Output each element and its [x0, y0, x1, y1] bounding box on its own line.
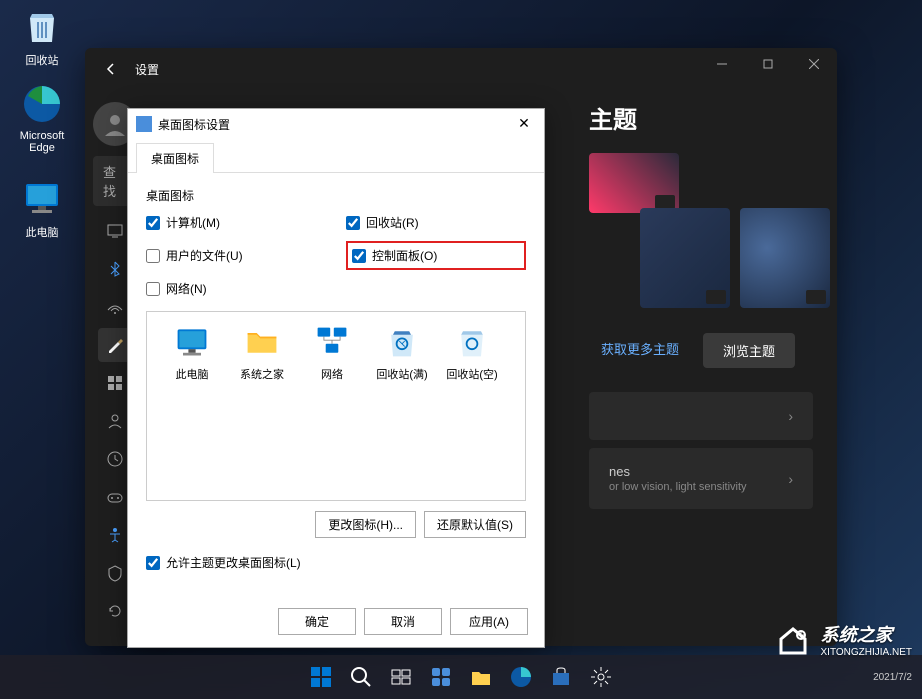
dialog-tab[interactable]: 桌面图标	[136, 143, 214, 173]
theme-thumbnail[interactable]	[740, 208, 830, 308]
widgets-button[interactable]	[423, 659, 459, 695]
edge-icon	[20, 82, 64, 126]
desktop-icon-label: 此电脑	[10, 224, 74, 240]
taskbar: 2021/7/2	[0, 655, 922, 699]
cancel-button[interactable]: 取消	[364, 608, 442, 635]
chevron-right-icon: ›	[788, 471, 793, 487]
store-button[interactable]	[543, 659, 579, 695]
page-title: 主题	[589, 100, 813, 135]
dialog-close-button[interactable]: ✕	[512, 113, 536, 133]
recycle-bin-icon	[20, 4, 64, 48]
checkbox-label: 用户的文件(U)	[166, 247, 243, 264]
checkbox-network[interactable]: 网络(N)	[146, 280, 326, 297]
settings-row[interactable]: ›	[589, 392, 813, 440]
theme-thumbnail[interactable]	[589, 153, 679, 213]
explorer-button[interactable]	[463, 659, 499, 695]
checkbox-label: 允许主题更改桌面图标(L)	[166, 554, 301, 571]
dialog-titlebar: 桌面图标设置 ✕	[128, 109, 544, 139]
highlighted-checkbox: 控制面板(O)	[346, 241, 526, 270]
allow-theme-checkbox[interactable]: 允许主题更改桌面图标(L)	[146, 554, 526, 571]
dialog-title-text: 桌面图标设置	[158, 116, 230, 133]
restore-default-button[interactable]: 还原默认值(S)	[424, 511, 526, 538]
settings-button[interactable]	[583, 659, 619, 695]
checkbox-controlpanel[interactable]: 控制面板(O)	[352, 247, 437, 264]
ok-button[interactable]: 确定	[278, 608, 356, 635]
monitor-icon	[172, 322, 212, 362]
taskview-button[interactable]	[383, 659, 419, 695]
apply-button[interactable]: 应用(A)	[450, 608, 528, 635]
chevron-right-icon: ›	[788, 408, 793, 424]
checkbox-computer[interactable]: 计算机(M)	[146, 214, 326, 231]
back-button[interactable]	[97, 55, 125, 83]
recycle-empty-icon	[452, 322, 492, 362]
checkbox-label: 控制面板(O)	[372, 247, 437, 264]
checkbox-label: 网络(N)	[166, 280, 207, 297]
preview-item-recycle-empty[interactable]: 回收站(空)	[437, 322, 507, 382]
checkbox-input[interactable]	[146, 282, 160, 296]
preview-label: 回收站(满)	[367, 366, 437, 382]
checkbox-label: 计算机(M)	[166, 214, 220, 231]
change-icon-button[interactable]: 更改图标(H)...	[315, 511, 416, 538]
get-more-themes-link[interactable]: 获取更多主题	[589, 333, 691, 368]
watermark-logo-icon	[773, 619, 813, 659]
settings-row[interactable]: nes or low vision, light sensitivity ›	[589, 448, 813, 509]
network-icon	[312, 322, 352, 362]
edge-button[interactable]	[503, 659, 539, 695]
checkbox-input[interactable]	[146, 556, 160, 570]
preview-item-recycle-full[interactable]: 回收站(满)	[367, 322, 437, 382]
preview-label: 回收站(空)	[437, 366, 507, 382]
row-sublabel: or low vision, light sensitivity	[609, 481, 747, 493]
preview-label: 网络	[297, 366, 367, 382]
desktop-icon-edge[interactable]: Microsoft Edge	[10, 82, 74, 154]
this-pc-icon	[20, 176, 64, 220]
start-button[interactable]	[303, 659, 339, 695]
icon-preview-area: 此电脑 系统之家 网络 回收站(满) 回收站(空)	[146, 311, 526, 501]
maximize-button[interactable]	[745, 48, 791, 80]
watermark: 系统之家 XITONGZHIJIA.NET	[773, 619, 913, 659]
watermark-text: 系统之家	[821, 625, 893, 645]
checkbox-recycle[interactable]: 回收站(R)	[346, 214, 526, 231]
checkbox-userfiles[interactable]: 用户的文件(U)	[146, 241, 326, 270]
tray-date: 2021/7/2	[873, 672, 912, 683]
recycle-full-icon	[382, 322, 422, 362]
checkbox-input[interactable]	[146, 216, 160, 230]
settings-titlebar: 设置	[85, 48, 837, 90]
preview-label: 此电脑	[157, 366, 227, 382]
browse-themes-button[interactable]: 浏览主题	[703, 333, 795, 368]
desktop-icon-this-pc[interactable]: 此电脑	[10, 176, 74, 240]
desktop-icon-label: Microsoft Edge	[10, 130, 74, 154]
checkbox-input[interactable]	[346, 216, 360, 230]
folder-icon	[242, 322, 282, 362]
row-label: nes	[609, 464, 747, 479]
search-button[interactable]	[343, 659, 379, 695]
desktop-icon-recycle-bin[interactable]: 回收站	[10, 4, 74, 68]
checkbox-label: 回收站(R)	[366, 214, 419, 231]
dialog-icon	[136, 116, 152, 132]
desktop-icon-label: 回收站	[10, 52, 74, 68]
close-button[interactable]	[791, 48, 837, 80]
checkbox-input[interactable]	[352, 249, 366, 263]
theme-thumbnail[interactable]	[640, 208, 730, 308]
preview-label: 系统之家	[227, 366, 297, 382]
preview-item-network[interactable]: 网络	[297, 322, 367, 382]
desktop-icons-dialog: 桌面图标设置 ✕ 桌面图标 桌面图标 计算机(M) 回收站(R) 用户的文件(U…	[127, 108, 545, 648]
taskbar-tray[interactable]: 2021/7/2	[873, 672, 912, 683]
watermark-url: XITONGZHIJIA.NET	[821, 647, 913, 658]
fieldset-label: 桌面图标	[146, 187, 526, 204]
preview-item-system-home[interactable]: 系统之家	[227, 322, 297, 382]
preview-item-this-pc[interactable]: 此电脑	[157, 322, 227, 382]
checkbox-input[interactable]	[146, 249, 160, 263]
settings-title: 设置	[135, 61, 159, 78]
minimize-button[interactable]	[699, 48, 745, 80]
